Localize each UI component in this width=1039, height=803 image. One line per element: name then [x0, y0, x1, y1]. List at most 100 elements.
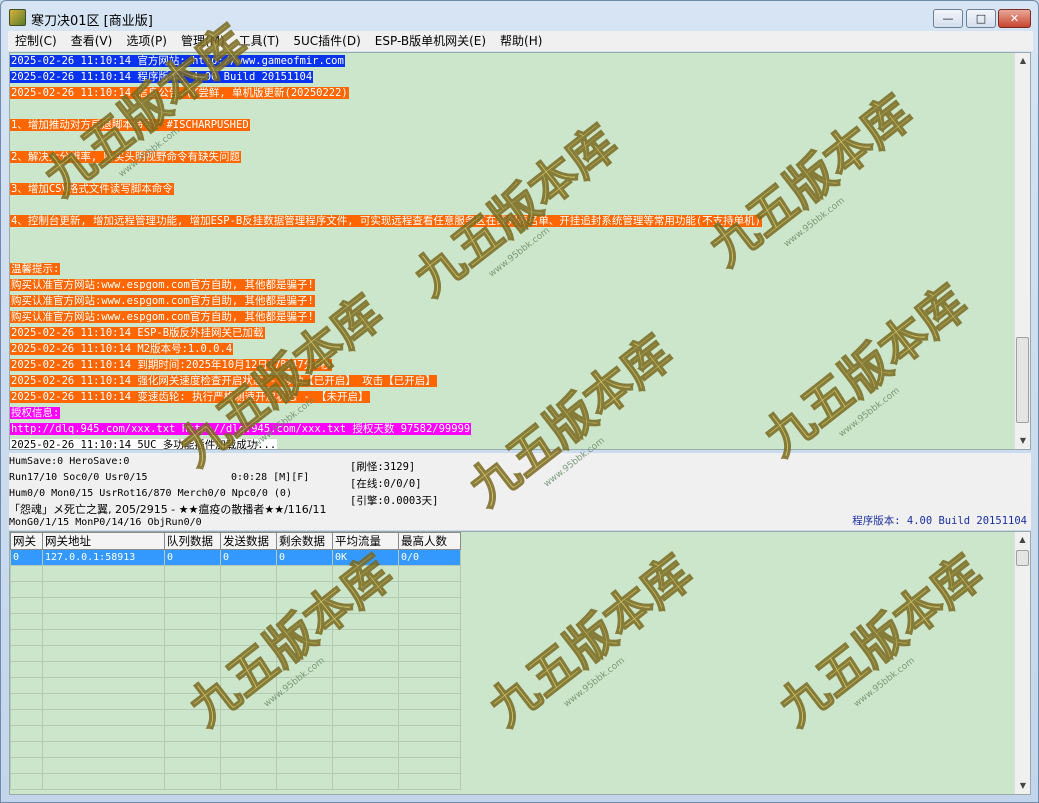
- table-cell: [220, 597, 277, 614]
- scroll-thumb[interactable]: [1016, 337, 1029, 423]
- menu-manage[interactable]: 管理(M): [174, 31, 232, 51]
- grid-scroll-thumb[interactable]: [1016, 550, 1029, 566]
- minimize-button[interactable]: —: [933, 9, 963, 28]
- empty-row: [10, 741, 461, 758]
- log-scrollbar[interactable]: ▲ ▼: [1014, 53, 1030, 449]
- table-cell: [398, 693, 461, 710]
- grid-scroll-down-icon[interactable]: ▼: [1015, 778, 1030, 794]
- table-cell: [42, 709, 165, 726]
- table-cell: [276, 613, 333, 630]
- log-line-text: 3、增加CSV格式文件读写脚本命令: [10, 183, 174, 195]
- empty-row: [10, 597, 461, 614]
- table-cell: 0: [276, 549, 333, 566]
- column-header[interactable]: 发送数据: [220, 532, 277, 550]
- table-cell: [276, 597, 333, 614]
- menu-view[interactable]: 查看(V): [64, 31, 120, 51]
- table-cell: [42, 757, 165, 774]
- table-cell: [42, 581, 165, 598]
- log-line: 2025-02-26 11:10:14 ESP-B版反外挂网关已加载: [10, 325, 1015, 341]
- table-cell: [398, 581, 461, 598]
- log-line-text: 2025-02-26 11:10:14 变速齿轮: 执行严格测速开启状态 - 【…: [10, 391, 370, 403]
- table-cell: 0K: [332, 549, 399, 566]
- grid-scroll-up-icon[interactable]: ▲: [1015, 532, 1030, 548]
- menu-control[interactable]: 控制(C): [8, 31, 64, 51]
- table-cell: [164, 677, 221, 694]
- table-cell: [276, 645, 333, 662]
- table-cell: [164, 741, 221, 758]
- table-cell: [164, 565, 221, 582]
- column-header[interactable]: 网关: [10, 532, 43, 550]
- table-cell: [332, 597, 399, 614]
- log-line: 2025-02-26 11:10:14 程序版本: 4.00 Build 201…: [10, 69, 1015, 85]
- menu-tools[interactable]: 工具(T): [232, 31, 287, 51]
- table-cell: [332, 613, 399, 630]
- menu-help[interactable]: 帮助(H): [493, 31, 549, 51]
- column-header[interactable]: 网关地址: [42, 532, 165, 550]
- table-cell: [164, 709, 221, 726]
- table-cell: [276, 581, 333, 598]
- table-cell: [10, 693, 43, 710]
- log-panel[interactable]: 2025-02-26 11:10:14 官方网站: http://www.gam…: [9, 52, 1031, 450]
- log-line: http://dlq.945.com/xxx.txt http://dlq.94…: [10, 421, 1015, 437]
- log-line-text: 2025-02-26 11:10:14 官方网站: http://www.gam…: [10, 55, 345, 67]
- scroll-down-icon[interactable]: ▼: [1015, 433, 1030, 449]
- online-count: [在线:0/0/0]: [350, 478, 422, 490]
- column-header[interactable]: 队列数据: [164, 532, 221, 550]
- scroll-up-icon[interactable]: ▲: [1015, 53, 1030, 69]
- table-cell: [10, 645, 43, 662]
- empty-row: [10, 629, 461, 646]
- table-cell: [332, 645, 399, 662]
- gateway-grid-panel: 网关 网关地址 队列数据 发送数据 剩余数据 平均流量 最高人数 0 127.0.0.1:58…: [9, 531, 1031, 795]
- table-cell: [332, 581, 399, 598]
- column-header[interactable]: 最高人数: [398, 532, 461, 550]
- menu-5uc-plugin[interactable]: 5UC插件(D): [286, 31, 367, 51]
- table-cell: [276, 709, 333, 726]
- column-header[interactable]: 平均流量: [332, 532, 399, 550]
- table-cell: [220, 725, 277, 742]
- status-run: Run17/10 Soc0/0 Usr0/15: [9, 472, 148, 483]
- table-cell: [10, 757, 43, 774]
- grid-scrollbar[interactable]: ▲ ▼: [1014, 532, 1030, 794]
- table-cell: [398, 773, 461, 790]
- column-header[interactable]: 剩余数据: [276, 532, 333, 550]
- empty-row: [10, 693, 461, 710]
- table-row[interactable]: 0 127.0.0.1:58913 0 0 0 0K 0/0: [10, 549, 461, 566]
- table-cell: [10, 773, 43, 790]
- table-cell: [220, 613, 277, 630]
- table-cell: [42, 597, 165, 614]
- title-bar[interactable]: 寒刀决01区 [商业版] — □ ✕: [1, 1, 1038, 31]
- maximize-button[interactable]: □: [966, 9, 996, 28]
- log-line: 4、控制台更新, 增加远程管理功能, 增加ESP-B反挂数据管理程序文件, 可实…: [10, 213, 1015, 229]
- window-title: 寒刀决01区 [商业版]: [31, 14, 153, 29]
- table-cell: [42, 661, 165, 678]
- log-line-text: http://dlq.945.com/xxx.txt http://dlq.94…: [10, 423, 472, 435]
- log-line: 温馨提示:: [10, 261, 1015, 277]
- refresh-count: [刷怪:3129]: [350, 461, 416, 473]
- table-cell: [42, 741, 165, 758]
- minimize-icon: —: [942, 12, 954, 25]
- empty-row: [10, 757, 461, 774]
- table-cell: [10, 565, 43, 582]
- table-cell: [220, 661, 277, 678]
- log-line-text: 授权信息:: [10, 407, 61, 419]
- table-cell: [42, 613, 165, 630]
- table-cell: [10, 677, 43, 694]
- table-cell: [398, 565, 461, 582]
- close-button[interactable]: ✕: [998, 9, 1031, 28]
- empty-row: [10, 565, 461, 582]
- log-line: 2025-02-26 11:10:14 M2版本号:1.0.0.4: [10, 341, 1015, 357]
- menu-esp-gateway[interactable]: ESP-B版单机网关(E): [368, 31, 493, 51]
- log-line-text: 2025-02-26 11:10:14 M2版本号:1.0.0.4: [10, 343, 234, 355]
- log-line: 2、解决大分辨率, 购买头明视野命令有缺失问题: [10, 149, 1015, 165]
- table-cell: [10, 597, 43, 614]
- log-line: 2025-02-26 11:10:14 变速齿轮: 执行严格测速开启状态 - 【…: [10, 389, 1015, 405]
- log-blank-line: [10, 245, 1015, 261]
- menu-options[interactable]: 选项(P): [119, 31, 174, 51]
- empty-row: [10, 677, 461, 694]
- table-cell: [42, 725, 165, 742]
- table-cell: [332, 565, 399, 582]
- log-line: 购买认准官方网站:www.espgom.com官方自助, 其他都是骗子!: [10, 309, 1015, 325]
- table-cell: [164, 613, 221, 630]
- table-cell: [164, 773, 221, 790]
- table-cell: [164, 725, 221, 742]
